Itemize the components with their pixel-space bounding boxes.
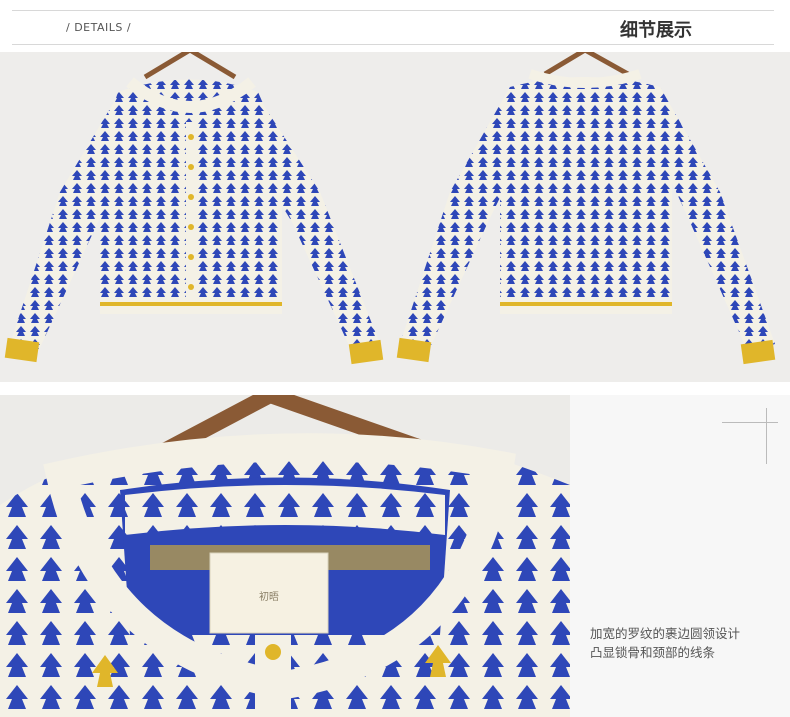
garment-label-text: 初晤 <box>259 590 279 603</box>
crosshair-vertical-line <box>766 408 767 464</box>
section-title: 细节展示 <box>620 20 692 41</box>
bottom-divider <box>12 44 774 45</box>
description-line-2: 凸显锁骨和颈部的线条 <box>590 645 716 660</box>
description-panel <box>570 395 790 717</box>
top-divider <box>12 10 774 11</box>
cardigan-front-image <box>4 52 384 365</box>
product-photos-illustration <box>4 52 776 365</box>
crosshair-icon <box>722 422 778 423</box>
collar-closeup-image: 初晤 <box>0 395 570 717</box>
cardigan-back-image <box>396 52 776 365</box>
details-label: / DETAILS / <box>66 21 132 34</box>
collar-description: 加宽的罗纹的裹边圆领设计 凸显锁骨和颈部的线条 <box>590 624 740 662</box>
description-line-1: 加宽的罗纹的裹边圆领设计 <box>590 626 741 641</box>
product-photos-row <box>0 52 790 382</box>
collar-closeup-illustration: 初晤 <box>0 395 570 717</box>
